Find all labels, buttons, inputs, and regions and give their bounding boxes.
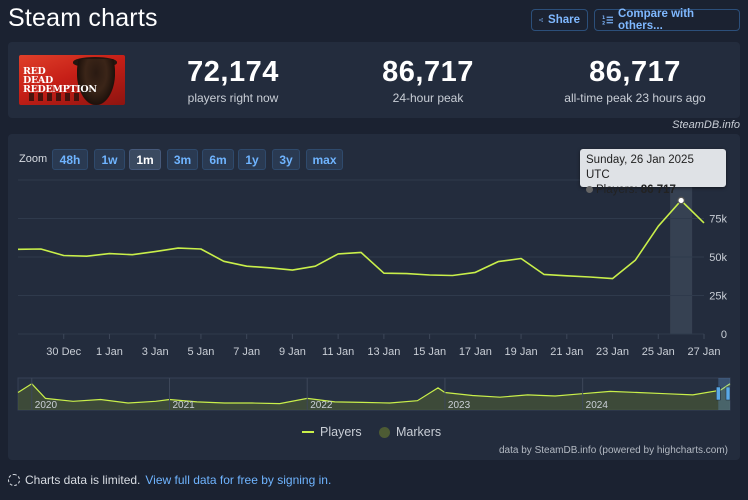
legend-label: Players: [320, 425, 362, 439]
x-tick-label: 17 Jan: [459, 346, 492, 358]
navigator-year-label: 2023: [448, 400, 471, 411]
x-tick-label: 3 Jan: [142, 346, 169, 358]
navigator-handle-right[interactable]: [725, 386, 731, 401]
y-tick-label: 50k: [709, 252, 727, 264]
navigator-year-label: 2021: [172, 400, 195, 411]
x-tick-label: 7 Jan: [233, 346, 260, 358]
x-tick-label: 1 Jan: [96, 346, 123, 358]
footer-notice: Charts data is limited. View full data f…: [8, 473, 331, 487]
players-chart[interactable]: 0 25k 50k 75k 30 Dec 1 Jan 3 Jan 5 Jan 7 Jan 9 Ja…: [0, 0, 748, 500]
x-tick-label: 27 Jan: [687, 346, 720, 358]
x-tick-label: 30 Dec: [46, 346, 81, 358]
tooltip-dot-icon: [586, 186, 593, 193]
x-tick-label: 23 Jan: [596, 346, 629, 358]
sign-in-link[interactable]: View full data for free by signing in.: [145, 473, 331, 487]
y-tick-label: 75k: [709, 214, 727, 226]
y-tick-label: 25k: [709, 291, 727, 303]
highcharts-credit[interactable]: data by SteamDB.info (powered by highcha…: [499, 445, 728, 456]
x-tick-label: 19 Jan: [505, 346, 538, 358]
navigator-year-label: 2022: [310, 400, 333, 411]
tooltip-value: 86 717: [640, 184, 676, 196]
tooltip-row: Players: 86 717: [586, 183, 720, 198]
x-tick-label: 15 Jan: [413, 346, 446, 358]
highlighted-point[interactable]: [677, 196, 685, 205]
x-tick-label: 13 Jan: [367, 346, 400, 358]
x-tick-label: 11 Jan: [322, 346, 354, 358]
line-swatch-icon: [302, 431, 314, 433]
loading-circle-icon: [8, 474, 20, 486]
footer-text: Charts data is limited.: [25, 473, 141, 487]
navigator-handle-left[interactable]: [716, 386, 721, 401]
highlight-band: [670, 182, 693, 334]
tooltip-date: Sunday, 26 Jan 2025 UTC: [586, 154, 694, 181]
tooltip-series-label: Players:: [596, 184, 638, 196]
chart-tooltip: Sunday, 26 Jan 2025 UTC Players: 86 717: [580, 149, 726, 196]
legend-item-players[interactable]: Players: [302, 425, 362, 439]
x-tick-label: 21 Jan: [550, 346, 583, 358]
x-tick-label: 5 Jan: [187, 346, 214, 358]
x-tick-label: 9 Jan: [279, 346, 306, 358]
legend-label: Markers: [396, 425, 442, 439]
y-tick-label: 0: [721, 329, 727, 341]
navigator-year-label: 2024: [586, 400, 609, 411]
legend-item-markers[interactable]: Markers: [379, 425, 441, 439]
navigator-year-label: 2020: [35, 400, 58, 411]
players-series-line[interactable]: [17, 199, 705, 280]
x-tick-label: 25 Jan: [642, 346, 675, 358]
marker-swatch-icon: [379, 426, 390, 438]
